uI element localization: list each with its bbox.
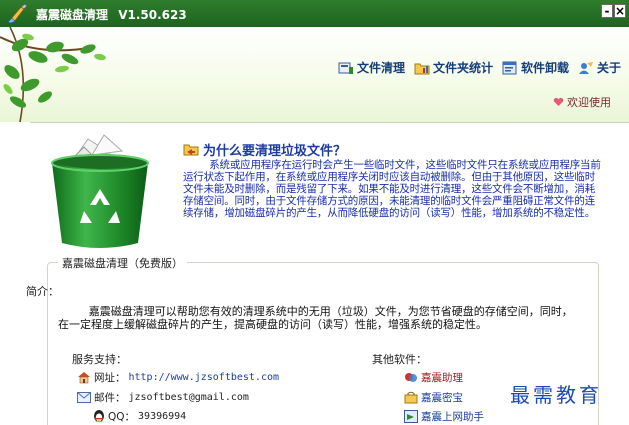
lock-box-icon: [404, 391, 418, 404]
why-clean-heading: 为什么要清理垃圾文件？: [183, 140, 346, 159]
mail-icon: [77, 392, 91, 403]
why-clean-title: 为什么要清理垃圾文件？: [203, 144, 347, 159]
recycle-bin-icon: [51, 134, 149, 248]
main-panel: 为什么要清理垃圾文件？ 系统或应用程序在运行时会产生一些临时文件，这些临时文件只…: [0, 123, 629, 425]
toolbar-uninstall-label: 软件卸载: [520, 61, 569, 75]
minimize-button[interactable]: -: [601, 4, 613, 18]
watermark-text: 最需教育: [510, 383, 602, 407]
qq-label: QQ：: [108, 411, 136, 423]
leaves-decoration-icon: [0, 27, 106, 122]
intro-description: 嘉震磁盘清理可以帮助您有效的清理系统中的无用（垃圾）文件，为您节省硬盘的存储空间…: [58, 305, 573, 331]
email-value[interactable]: jzsoftbest@gmail.com: [129, 392, 249, 403]
app-version: V1.50.623: [118, 8, 187, 22]
intro-heading: 简介：: [26, 285, 59, 298]
other-software-heading: 其他软件：: [372, 353, 427, 366]
title-bar: 嘉震磁盘清理 V1.50.623 - ×: [0, 0, 629, 27]
heart-icon: [553, 97, 564, 106]
uninstall-icon: [502, 61, 517, 74]
email-row: 邮件： jzsoftbest@gmail.com: [77, 390, 249, 405]
website-row: 网址： http://www.jzsoftbest.com: [77, 370, 279, 385]
website-link[interactable]: http://www.jzsoftbest.com: [129, 372, 280, 383]
toolbar-file-clean[interactable]: 文件清理: [338, 59, 405, 76]
window-title: 嘉震磁盘清理 V1.50.623: [36, 6, 187, 23]
other-software-item-3-label: 嘉震上网助手: [421, 411, 484, 423]
toolbar-about[interactable]: 关于: [578, 59, 621, 76]
qq-row: QQ： 39396994: [93, 409, 186, 424]
header-area: 文件清理 文件夹统计 软件卸载 关于 欢迎使用: [0, 27, 629, 122]
toolbar-about-label: 关于: [596, 61, 621, 75]
app-name: 嘉震磁盘清理: [36, 8, 109, 22]
close-button[interactable]: ×: [614, 4, 626, 18]
file-clean-icon: [338, 62, 353, 74]
web-helper-icon: [404, 410, 418, 423]
main-toolbar: 文件清理 文件夹统计 软件卸载 关于: [338, 59, 621, 76]
folder-arrow-icon: [183, 144, 199, 156]
service-support-heading: 服务支持：: [72, 353, 127, 366]
qq-value: 39396994: [138, 411, 187, 422]
toolbar-uninstall[interactable]: 软件卸载: [502, 59, 569, 76]
toolbar-file-clean-label: 文件清理: [356, 61, 405, 75]
toolbar-folder-stats-label: 文件夹统计: [432, 61, 493, 75]
other-software-item-3[interactable]: 嘉震上网助手: [404, 409, 484, 424]
product-group-legend: 嘉震磁盘清理（免费版）: [58, 255, 187, 271]
assistant-app-icon: [405, 373, 417, 382]
home-icon: [78, 372, 90, 384]
toolbar-folder-stats[interactable]: 文件夹统计: [414, 59, 493, 76]
other-software-item-1[interactable]: 嘉震助理: [404, 370, 463, 385]
other-software-item-2-label: 嘉震密宝: [421, 392, 463, 404]
app-broom-icon: [7, 3, 28, 23]
qq-penguin-icon: [94, 410, 104, 422]
email-label: 邮件：: [94, 392, 126, 404]
welcome-text: 欢迎使用: [553, 94, 611, 110]
welcome-label: 欢迎使用: [567, 96, 611, 109]
other-software-item-1-label: 嘉震助理: [421, 372, 463, 384]
website-label: 网址：: [94, 372, 126, 384]
folder-stats-icon: [414, 63, 430, 74]
other-software-item-2[interactable]: 嘉震密宝: [404, 390, 463, 405]
why-clean-description: 系统或应用程序在运行时会产生一些临时文件，这些临时文件只在系统或应用程序当前运行…: [183, 159, 601, 219]
about-icon: [578, 61, 593, 74]
